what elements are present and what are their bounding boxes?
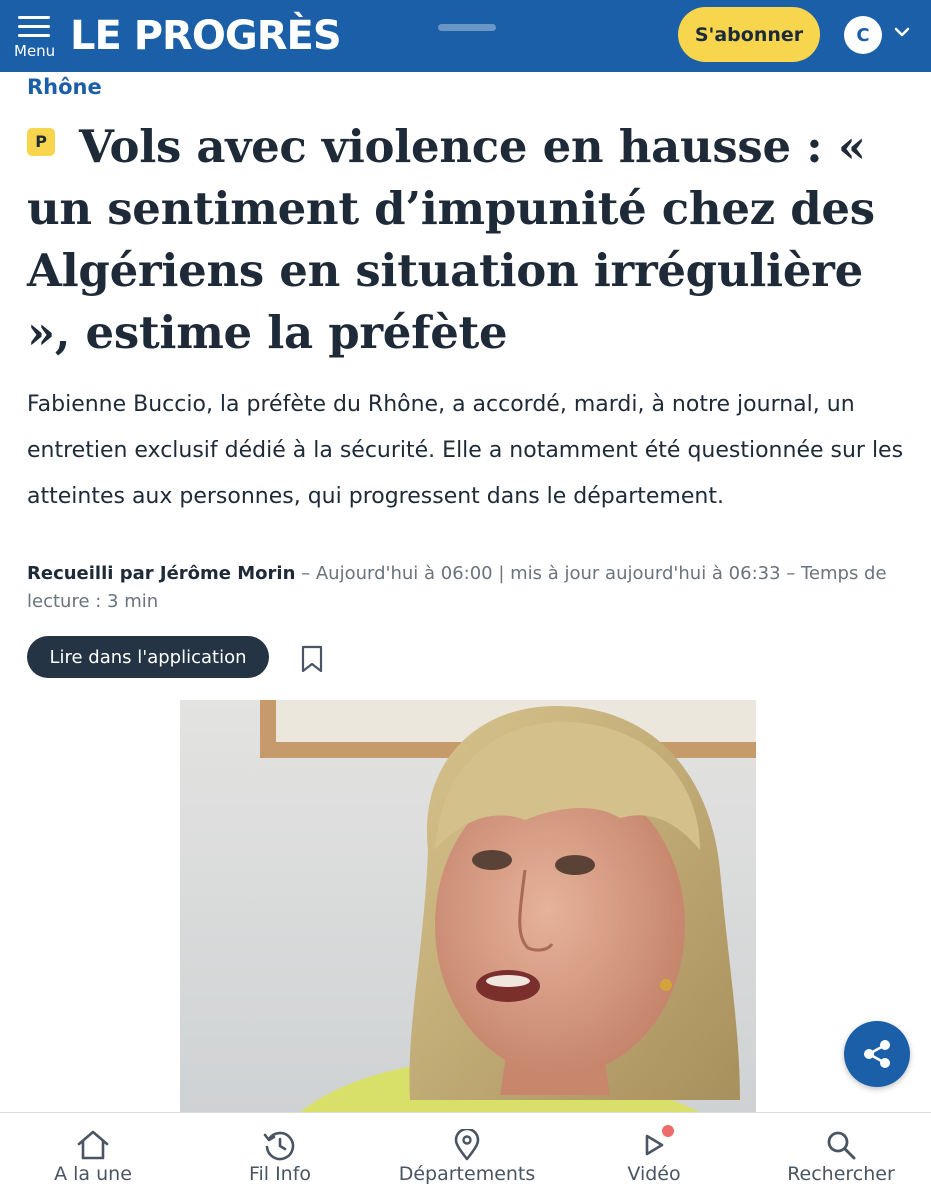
open-in-app-button[interactable]: Lire dans l'application — [27, 636, 269, 678]
nav-label: Rechercher — [787, 1163, 895, 1185]
bookmark-icon[interactable] — [298, 644, 326, 674]
article-title-text: Vols avec violence en hausse : « un sent… — [27, 120, 875, 359]
nav-label: Départements — [398, 1163, 536, 1185]
nav-label: Vidéo — [627, 1163, 681, 1185]
nav-item-home[interactable]: A la une — [28, 1113, 158, 1200]
nav-label: A la une — [54, 1163, 132, 1185]
nav-label: Fil Info — [248, 1163, 312, 1185]
location-pin-icon — [454, 1129, 480, 1161]
top-header: Menu LE PROGRÈS S'abonner C — [0, 0, 931, 72]
search-icon — [827, 1131, 856, 1160]
bottom-nav: A la une Fil Info Départements Vidéo Rec… — [0, 1112, 931, 1200]
menu-button[interactable]: Menu — [14, 14, 60, 62]
share-icon — [864, 1040, 890, 1068]
section-link[interactable]: Rhône — [27, 72, 102, 102]
share-button[interactable] — [844, 1021, 910, 1087]
menu-label: Menu — [14, 42, 56, 60]
article-meta: Recueilli par Jérôme Morin – Aujourd'hui… — [27, 560, 907, 616]
history-icon — [263, 1131, 295, 1161]
subscribe-button[interactable]: S'abonner — [678, 7, 820, 62]
nav-item-video[interactable]: Vidéo — [592, 1113, 716, 1200]
site-logo[interactable]: LE PROGRÈS — [70, 12, 342, 60]
article-photo — [180, 700, 756, 1112]
nav-item-fil-info[interactable]: Fil Info — [215, 1113, 345, 1200]
home-icon — [77, 1130, 109, 1160]
drag-handle — [438, 24, 496, 31]
chevron-down-icon[interactable] — [892, 22, 912, 42]
avatar[interactable]: C — [844, 16, 882, 54]
article-title: P Vols avec violence en hausse : « un sen… — [27, 116, 907, 364]
premium-badge-icon: P — [27, 128, 55, 156]
nav-item-search[interactable]: Rechercher — [776, 1113, 906, 1200]
nav-item-departements[interactable]: Départements — [392, 1113, 542, 1200]
notification-dot — [662, 1125, 674, 1137]
author-name[interactable]: Recueilli par Jérôme Morin — [27, 563, 295, 584]
article-lead: Fabienne Buccio, la préfète du Rhône, a … — [27, 392, 904, 509]
hamburger-icon — [18, 16, 50, 38]
